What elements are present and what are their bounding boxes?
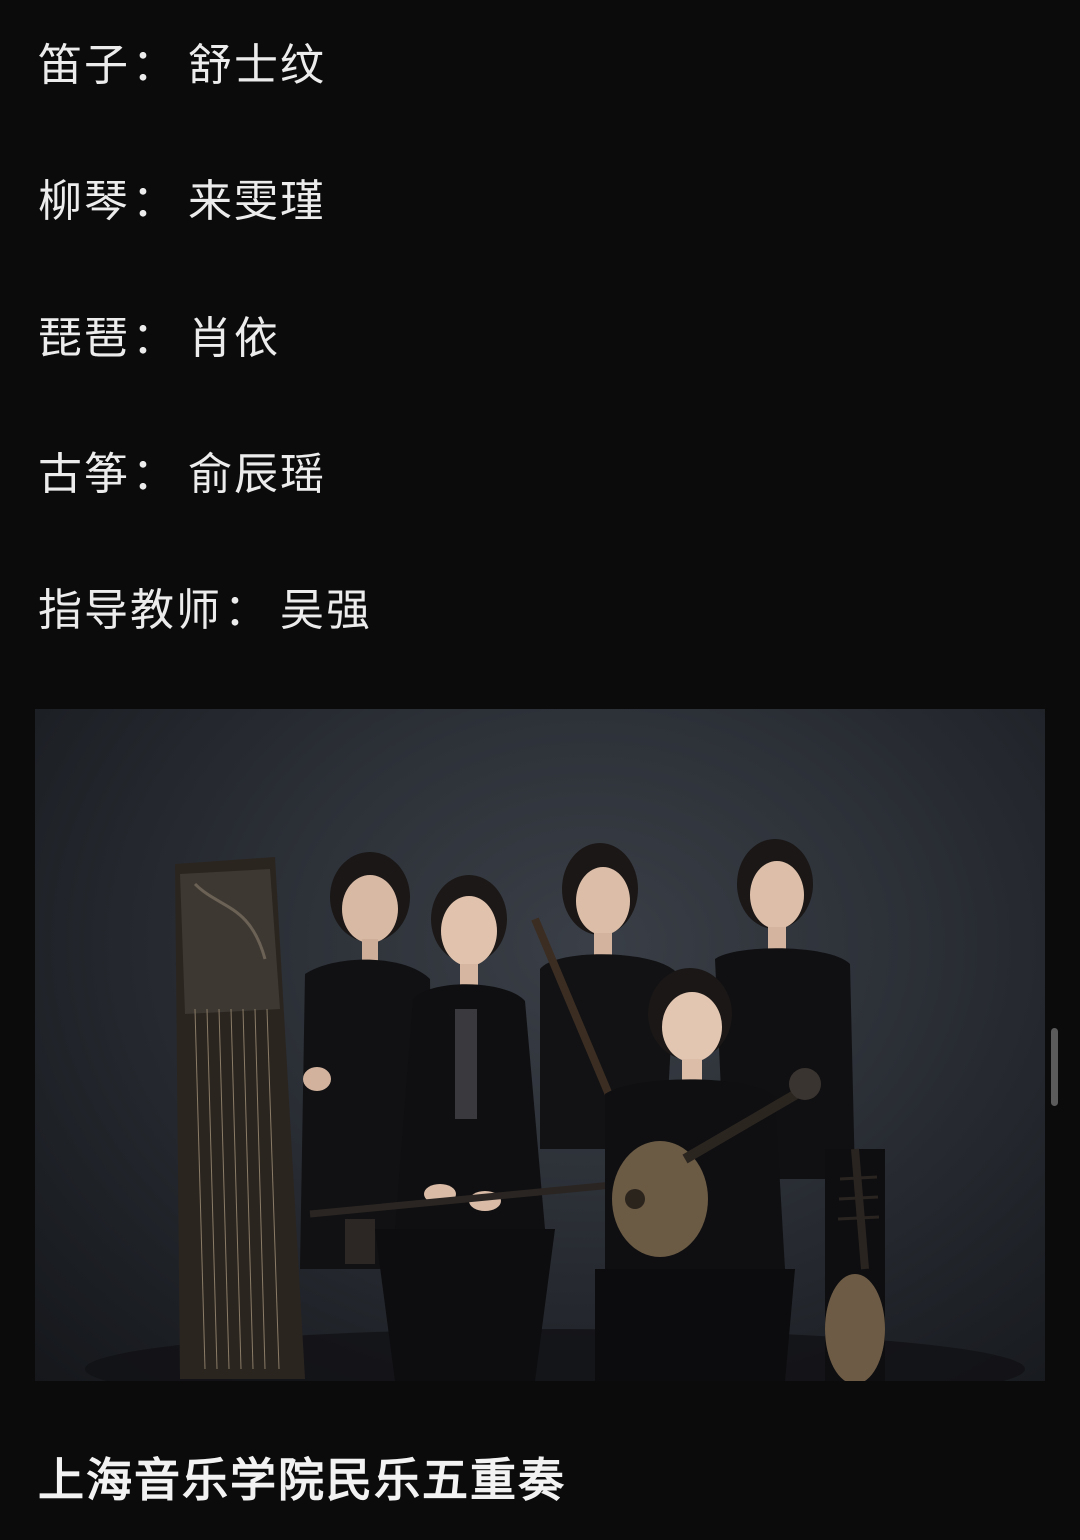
credit-role: 柳琴 [38,176,130,227]
credit-role: 笛子 [38,40,130,91]
credit-name: 肖依 [188,313,280,364]
credit-pipa: 琵琶： 肖依 [38,309,280,369]
credit-liuqin: 柳琴： 来雯瑾 [38,172,326,232]
credit-name: 来雯瑾 [188,176,326,227]
scrollbar-thumb[interactable] [1051,1028,1058,1106]
credit-role: 古筝 [38,449,130,500]
credit-instructor: 指导教师： 吴强 [38,581,372,641]
credit-name: 俞辰瑶 [188,449,326,500]
credit-separator: ： [224,585,270,636]
credit-role: 琵琶 [38,313,130,364]
credit-dizi: 笛子： 舒士纹 [38,36,326,96]
ensemble-photo[interactable] [35,709,1045,1381]
ensemble-photo-illustration [85,839,1025,1381]
credit-name: 吴强 [280,585,372,636]
credit-separator: ： [132,176,178,227]
credit-guzheng: 古筝： 俞辰瑶 [38,445,326,505]
credit-separator: ： [132,313,178,364]
credit-role: 指导教师 [38,585,222,636]
credit-name: 舒士纹 [188,40,326,91]
photo-caption: 上海音乐学院民乐五重奏 [38,1453,566,1507]
guzheng-instrument [175,857,305,1379]
credit-separator: ： [132,449,178,500]
credit-separator: ： [132,40,178,91]
